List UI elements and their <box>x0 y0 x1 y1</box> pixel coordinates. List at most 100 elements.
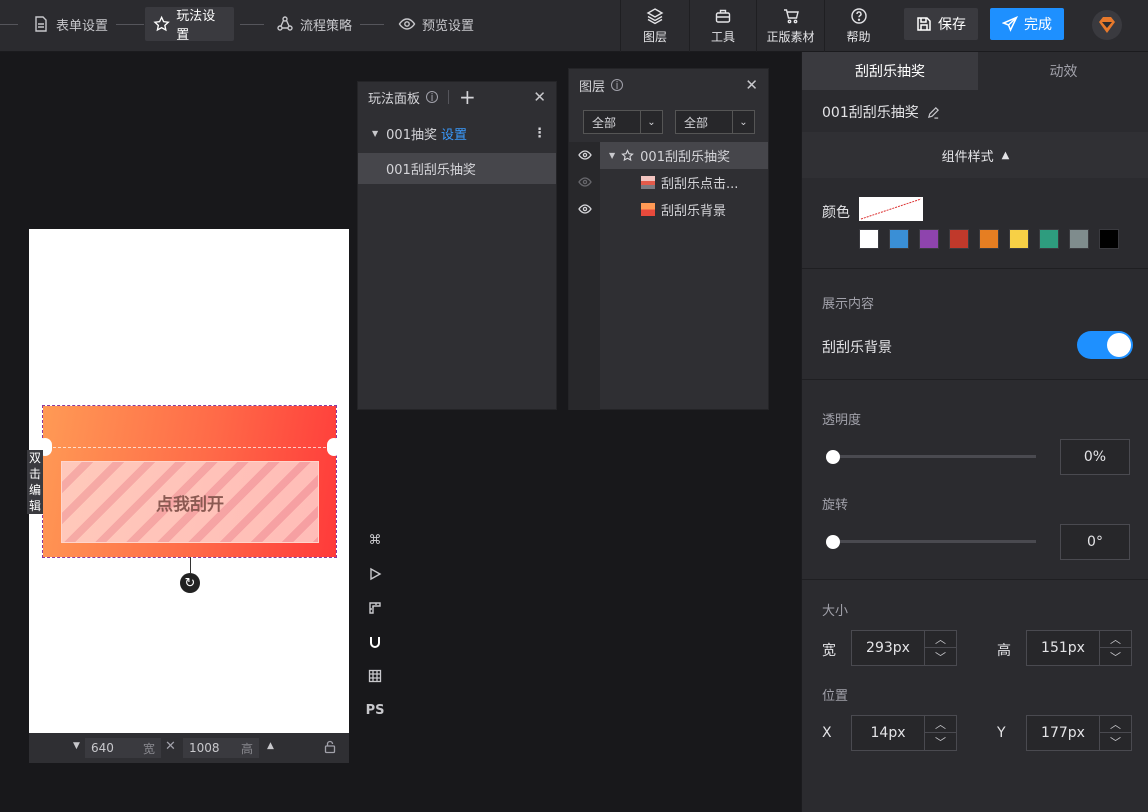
more-vertical-icon[interactable]: ⋮ <box>533 126 546 141</box>
chevron-up-icon[interactable]: ︿ <box>925 631 956 648</box>
rotation-slider[interactable] <box>832 540 1036 543</box>
step-connector <box>116 24 144 25</box>
double-click-edit-label[interactable]: 双击编辑 <box>27 450 43 514</box>
command-icon[interactable]: ⌘ <box>366 531 384 549</box>
rotate-handle-icon[interactable]: ↻ <box>180 573 200 593</box>
caret-down-icon[interactable]: ▼ <box>73 741 80 751</box>
canvas-size-bar: ▼ 640 宽 ✕ 1008 高 ▲ <box>29 733 349 763</box>
layer-row-child[interactable]: 刮刮乐点击... <box>641 169 738 196</box>
chevron-up-icon[interactable]: ︿ <box>1100 631 1131 648</box>
toggle-knob <box>1107 333 1131 357</box>
scratch-background-toggle[interactable] <box>1077 331 1133 359</box>
save-button[interactable]: 保存 <box>904 8 978 40</box>
edit-icon[interactable] <box>927 106 940 119</box>
x-stepper[interactable]: 14px ︿ ﹀ <box>851 715 957 751</box>
done-button[interactable]: 完成 <box>990 8 1064 40</box>
layer-row-child[interactable]: 刮刮乐背景 <box>641 196 726 223</box>
tab-animation[interactable]: 动效 <box>978 52 1148 90</box>
lock-icon[interactable] <box>323 740 337 754</box>
magnet-icon[interactable] <box>366 633 384 651</box>
width-stepper[interactable]: 293px ︿ ﹀ <box>851 630 957 666</box>
close-icon[interactable]: ✕ <box>533 88 546 106</box>
layer-child-label: 刮刮乐背景 <box>661 204 727 219</box>
resize-handle-right[interactable] <box>327 438 341 456</box>
info-icon[interactable]: i <box>611 79 624 92</box>
layer-thumbnail <box>641 203 655 216</box>
add-icon[interactable]: + <box>459 85 476 109</box>
tool-stock-assets[interactable]: 正版素材 <box>756 0 824 52</box>
color-swatch[interactable] <box>1069 229 1089 249</box>
color-swatch[interactable] <box>949 229 969 249</box>
play-icon[interactable] <box>366 565 384 583</box>
tool-help[interactable]: 帮助 <box>824 0 892 52</box>
caret-up-icon[interactable]: ▲ <box>267 741 274 751</box>
height-stepper[interactable]: 151px ︿ ﹀ <box>1026 630 1132 666</box>
property-panel: 刮刮乐抽奖 动效 001刮刮乐抽奖 组件样式 ▲ 颜色 展示内容 刮刮乐背景 透… <box>801 52 1148 812</box>
component-name-row: 001刮刮乐抽奖 <box>822 102 940 122</box>
layer-filter-select-2[interactable]: 全部 ⌄ <box>675 110 755 134</box>
canvas-width-input[interactable]: 640 宽 <box>85 738 161 758</box>
chevron-down-icon[interactable]: ﹀ <box>1100 648 1131 665</box>
step-connector <box>0 24 18 25</box>
grid-icon[interactable] <box>366 667 384 685</box>
step-flow-strategy[interactable]: 流程策略 <box>268 7 360 41</box>
chevron-up-icon[interactable]: ︿ <box>1100 716 1131 733</box>
size-label: 大小 <box>822 604 849 619</box>
step-preview-settings[interactable]: 预览设置 <box>390 7 482 41</box>
tool-layers[interactable]: 图层 <box>620 0 689 52</box>
tool-label: 正版素材 <box>766 30 815 44</box>
color-swatch[interactable] <box>979 229 999 249</box>
step-form-settings[interactable]: 表单设置 <box>24 7 116 41</box>
opacity-input[interactable]: 0% <box>1060 439 1130 475</box>
rotation-slider-knob[interactable] <box>826 535 840 549</box>
ps-tool[interactable]: PS <box>366 701 385 719</box>
user-avatar[interactable] <box>1092 10 1122 40</box>
canvas-width-value: 640 <box>91 741 114 755</box>
section-header-component-style[interactable]: 组件样式 ▲ <box>802 132 1148 178</box>
rotation-input[interactable]: 0° <box>1060 524 1130 560</box>
color-swatch[interactable] <box>889 229 909 249</box>
scratch-button-area[interactable]: 点我刮开 <box>61 461 319 543</box>
width-label: 宽 <box>822 643 836 659</box>
layer-filter-select-1[interactable]: 全部 ⌄ <box>583 110 663 134</box>
step-play-settings[interactable]: 玩法设置 <box>145 7 234 43</box>
color-swatch[interactable] <box>1009 229 1029 249</box>
play-group-settings-link[interactable]: 设置 <box>441 124 467 143</box>
chevron-up-icon[interactable]: ︿ <box>925 716 956 733</box>
chevron-down-icon: ⌄ <box>732 111 754 133</box>
opacity-slider-knob[interactable] <box>826 450 840 464</box>
divider <box>802 379 1148 380</box>
close-icon[interactable]: ✕ <box>745 76 758 94</box>
tool-tools[interactable]: 工具 <box>689 0 756 52</box>
save-icon <box>917 17 931 31</box>
eye-icon[interactable] <box>578 204 592 214</box>
chevron-down-icon[interactable]: ﹀ <box>925 733 956 750</box>
canvas-height-input[interactable]: 1008 高 <box>183 738 259 758</box>
tab-scratch-lottery[interactable]: 刮刮乐抽奖 <box>802 52 978 90</box>
y-label: Y <box>997 725 1006 741</box>
display-content-label: 展示内容 <box>822 297 875 312</box>
eye-icon[interactable] <box>578 150 592 160</box>
opacity-slider[interactable] <box>832 455 1036 458</box>
canvas-height-unit: 高 <box>240 741 253 756</box>
color-preview-none[interactable] <box>859 197 923 221</box>
color-swatch[interactable] <box>1039 229 1059 249</box>
y-stepper[interactable]: 177px ︿ ﹀ <box>1026 715 1132 751</box>
chevron-down-icon[interactable]: ﹀ <box>925 648 956 665</box>
y-value: 177px <box>1041 725 1085 741</box>
star-icon <box>621 149 635 162</box>
color-swatch[interactable] <box>919 229 939 249</box>
color-swatch[interactable] <box>859 229 879 249</box>
chevron-down-icon[interactable]: ﹀ <box>1100 733 1131 750</box>
height-label: 高 <box>997 643 1011 659</box>
play-item-row[interactable]: 001刮刮乐抽奖 <box>358 153 556 184</box>
eye-hidden-icon[interactable] <box>578 177 592 187</box>
ruler-icon[interactable] <box>366 599 384 617</box>
layer-row-root[interactable]: ▼ 001刮刮乐抽奖 <box>609 142 730 169</box>
color-swatch[interactable] <box>1099 229 1119 249</box>
caret-down-icon[interactable]: ▼ <box>372 129 378 138</box>
filter-value: 全部 <box>592 115 617 130</box>
info-icon[interactable]: i <box>426 91 439 104</box>
play-group-row[interactable]: ▼ 001抽奖 设置 ⋮ <box>358 120 556 146</box>
caret-down-icon[interactable]: ▼ <box>609 151 615 160</box>
